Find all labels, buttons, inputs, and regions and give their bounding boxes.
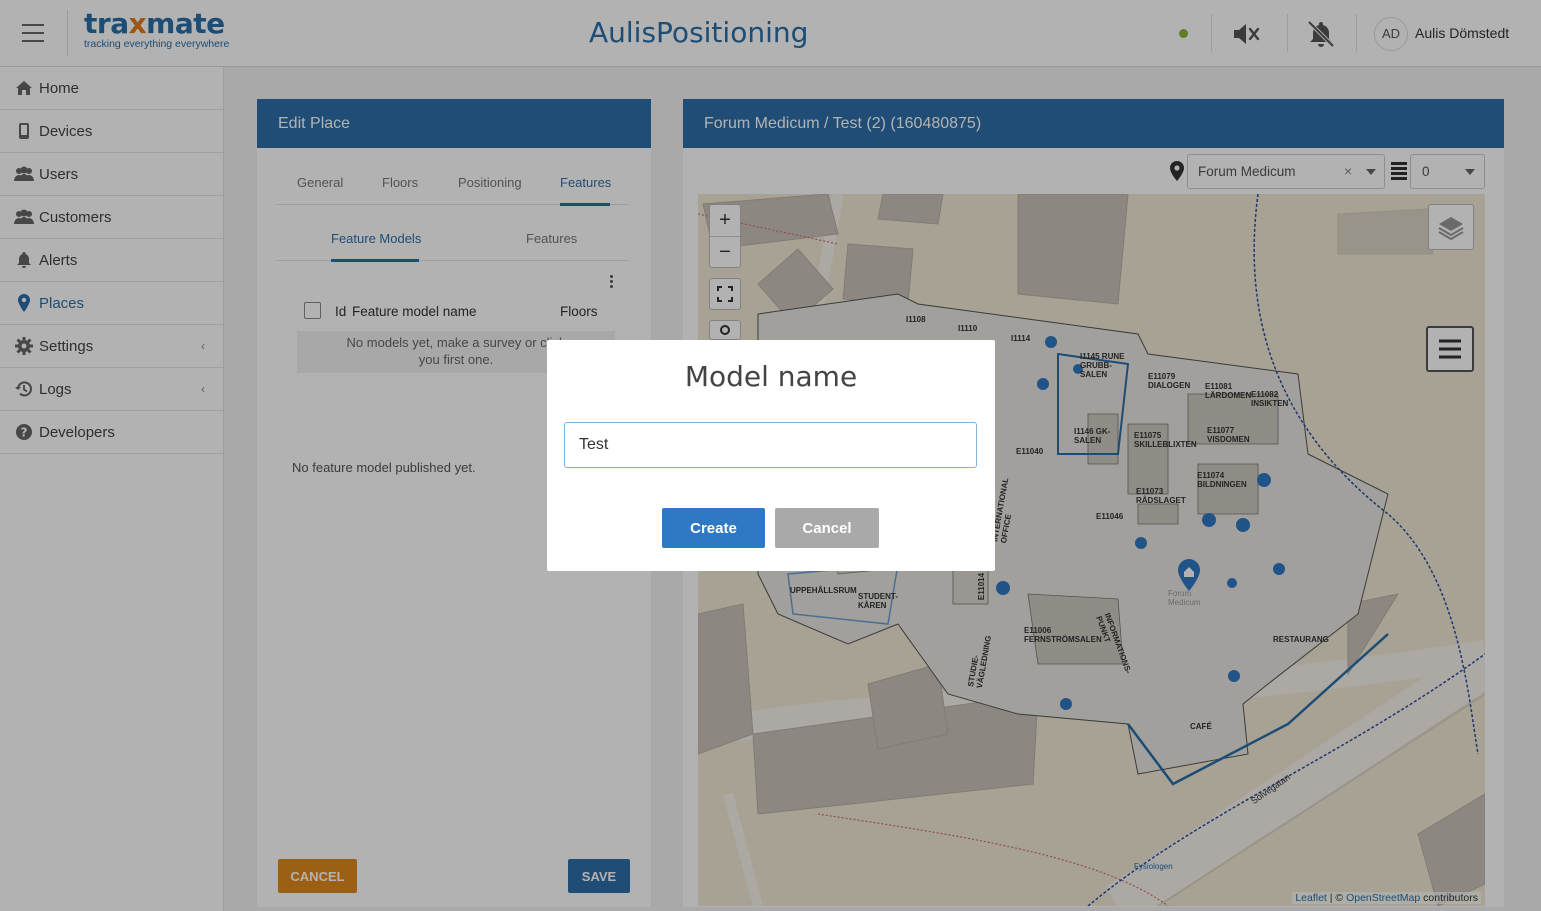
model-name-input[interactable] xyxy=(564,422,977,468)
dialog-title: Model name xyxy=(684,360,858,393)
dialog-cancel-button[interactable]: Cancel xyxy=(775,508,879,548)
create-button[interactable]: Create xyxy=(662,508,765,548)
model-name-dialog: Model name Create Cancel xyxy=(547,340,995,571)
